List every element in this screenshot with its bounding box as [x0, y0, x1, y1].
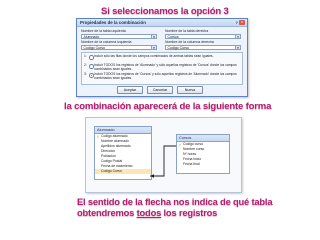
right-column-select[interactable]: Codigo Curso ▼: [165, 44, 241, 50]
option-number: 3:: [84, 72, 87, 76]
join-connector[interactable]: [150, 145, 176, 177]
join-arrow-icon: [150, 174, 154, 178]
option-3-radio[interactable]: [89, 73, 94, 78]
join-options-group: 1: Incluir sólo las filas donde los camp…: [81, 52, 243, 85]
join-properties-dialog: Propiedades de la combinación ? x Nombre…: [76, 18, 248, 97]
caption-select-option: Si seleccionamos la opción 3: [101, 6, 229, 17]
option-2-text: Incluir TODOS los registros de 'Alumnado…: [94, 63, 237, 71]
chevron-down-icon[interactable]: ▼: [235, 45, 240, 50]
option-1-text: Incluir sólo las filas donde los campos …: [94, 54, 214, 58]
chevron-down-icon[interactable]: ▼: [151, 45, 156, 50]
chevron-down-icon[interactable]: ▼: [235, 34, 240, 39]
help-icon[interactable]: ?: [236, 20, 238, 25]
left-column-select[interactable]: Codigo Curso ▼: [81, 44, 157, 50]
caption-join-appearance: la combinación aparecerá de la siguiente…: [64, 101, 272, 112]
left-table-value: Alumnado: [83, 34, 100, 39]
relationships-window: Alumnado ⚷ Codigo alumnado Nombre alumnad…: [85, 117, 242, 193]
cancel-button[interactable]: Cancelar: [147, 86, 173, 94]
option-1-radio[interactable]: [89, 55, 94, 60]
new-button[interactable]: Nueva: [177, 86, 203, 94]
caption-emphasis: todos: [136, 207, 162, 218]
left-table-select[interactable]: Alumnado ▼: [81, 33, 157, 39]
option-number: 2:: [84, 63, 87, 67]
option-3-text: Incluir TODOS los registros de 'Cursos' …: [94, 72, 237, 80]
caption-text-end: los registros: [161, 207, 218, 218]
left-table-label: Nombre de la tabla izquierda: [81, 29, 126, 33]
right-column-value: Codigo Curso: [167, 45, 189, 50]
dialog-title: Propiedades de la combinación: [80, 20, 146, 26]
ok-button[interactable]: Aceptar: [117, 86, 143, 94]
chevron-down-icon[interactable]: ▼: [151, 34, 156, 39]
option-number: 1:: [84, 54, 87, 58]
relationship-line[interactable]: [86, 118, 241, 192]
right-table-value: Cursos: [167, 34, 179, 39]
close-icon[interactable]: x: [239, 20, 245, 25]
caption-arrow-explanation: El sentido de la flecha nos indica de qu…: [77, 196, 297, 218]
left-column-label: Nombre de la columna izquierda: [81, 40, 132, 44]
right-table-label: Nombre de la tabla derecha: [165, 29, 209, 33]
dialog-title-bar: Propiedades de la combinación ? x: [77, 19, 247, 27]
option-2-radio[interactable]: [89, 64, 94, 69]
left-column-value: Codigo Curso: [83, 45, 105, 50]
right-column-label: Nombre de la columna derecha: [165, 40, 214, 44]
right-table-select[interactable]: Cursos ▼: [165, 33, 241, 39]
